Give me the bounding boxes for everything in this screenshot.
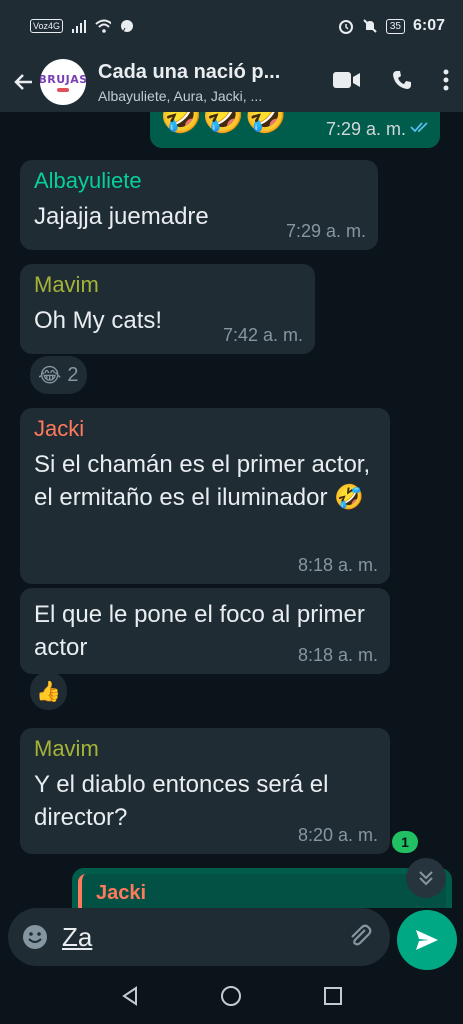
message-time: 8:18 a. m. xyxy=(297,645,378,665)
send-icon xyxy=(416,930,438,950)
double-chevron-down-icon xyxy=(419,871,433,886)
attach-icon[interactable] xyxy=(346,922,374,955)
message-sender: Mavim xyxy=(34,736,99,761)
wifi-icon xyxy=(95,18,112,34)
emoji-button[interactable] xyxy=(10,912,60,962)
outgoing-emojis: 🤣🤣🤣 xyxy=(160,112,288,135)
system-nav-bar xyxy=(0,972,463,1024)
chat-header: BRUJAS Cada una nació p... Albayuliete, … xyxy=(0,52,463,112)
status-right: 35 6:07 xyxy=(338,17,445,35)
chat-notification-icon xyxy=(119,18,135,34)
message-sender: Jacki xyxy=(34,416,85,441)
reaction-emoji: 😂 xyxy=(38,364,62,387)
alarm-icon xyxy=(338,18,354,34)
send-button[interactable] xyxy=(397,910,457,970)
signal-icon xyxy=(71,18,87,34)
message-time: 7:29 a. m. xyxy=(325,119,406,139)
chat-title-block[interactable]: Cada una nació p... Albayuliete, Aura, J… xyxy=(98,61,294,104)
outgoing-message-bubble[interactable]: 🤣🤣🤣 7:29 a. m. xyxy=(150,112,440,148)
unread-count-badge: 1 xyxy=(392,831,418,853)
reaction-emoji: 👍 xyxy=(36,680,61,703)
message-bubble[interactable]: Mavim Y el diablo entonces será el direc… xyxy=(20,728,390,854)
mute-bell-icon xyxy=(362,18,378,34)
message-input[interactable]: Za xyxy=(62,922,92,953)
more-options-icon[interactable] xyxy=(443,69,449,96)
status-left: Voz4G xyxy=(30,18,135,34)
group-avatar[interactable]: BRUJAS xyxy=(40,59,86,105)
chat-title: Cada una nació p... xyxy=(98,60,281,83)
status-time: 6:07 xyxy=(412,17,445,34)
status-bar: Voz4G 35 6:07 xyxy=(0,0,463,52)
message-text: Si el chamán es el primer actor, el ermi… xyxy=(34,451,371,511)
message-bubble[interactable]: Albayuliete Jajajja juemadre 7:29 a. m. xyxy=(20,160,378,250)
emoji-icon xyxy=(23,925,47,949)
message-bubble[interactable]: Jacki Si el chamán es el primer actor, e… xyxy=(20,408,390,584)
message-sender: Mavim xyxy=(34,272,99,297)
carrier-badge: Voz4G xyxy=(30,19,64,33)
message-input-container[interactable]: Za xyxy=(8,908,390,966)
compose-bar: Za xyxy=(0,908,463,972)
arrow-left-icon xyxy=(14,74,32,90)
nav-recents-icon[interactable] xyxy=(322,985,344,1012)
message-reaction[interactable]: 👍 xyxy=(30,672,67,710)
message-bubble[interactable]: Mavim Oh My cats! 7:42 a. m. xyxy=(20,264,315,354)
header-actions xyxy=(333,62,449,102)
voice-call-icon[interactable] xyxy=(391,69,413,96)
avatar-logo-text: BRUJAS xyxy=(40,72,86,86)
avatar-logo-mark xyxy=(57,87,69,92)
message-time: 8:18 a. m. xyxy=(297,555,378,575)
quoted-sender: Jacki xyxy=(96,882,147,904)
message-list[interactable]: 🤣🤣🤣 7:29 a. m. Albayuliete Jajajja juema… xyxy=(0,112,463,908)
message-time: 7:42 a. m. xyxy=(222,325,303,345)
message-reaction[interactable]: 😂 2 xyxy=(30,356,87,394)
back-button[interactable] xyxy=(6,62,42,102)
video-call-icon[interactable] xyxy=(333,70,361,95)
message-time: 7:29 a. m. xyxy=(285,221,366,241)
read-receipt-icon xyxy=(410,120,430,138)
message-sender: Albayuliete xyxy=(34,168,142,193)
chat-subtitle: Albayuliete, Aura, Jacki, ... xyxy=(98,87,263,104)
quoted-message[interactable]: Jacki xyxy=(78,874,446,908)
nav-back-icon[interactable] xyxy=(119,985,141,1012)
outgoing-reply-bubble[interactable]: Jacki xyxy=(72,868,452,908)
message-bubble[interactable]: El que le pone el foco al primer actor 8… xyxy=(20,588,390,674)
reaction-count: 2 xyxy=(67,363,79,386)
battery-indicator: 35 xyxy=(385,18,405,34)
nav-home-icon[interactable] xyxy=(219,984,243,1013)
message-time: 8:20 a. m. xyxy=(297,825,378,845)
scroll-to-bottom-button[interactable] xyxy=(406,858,446,898)
